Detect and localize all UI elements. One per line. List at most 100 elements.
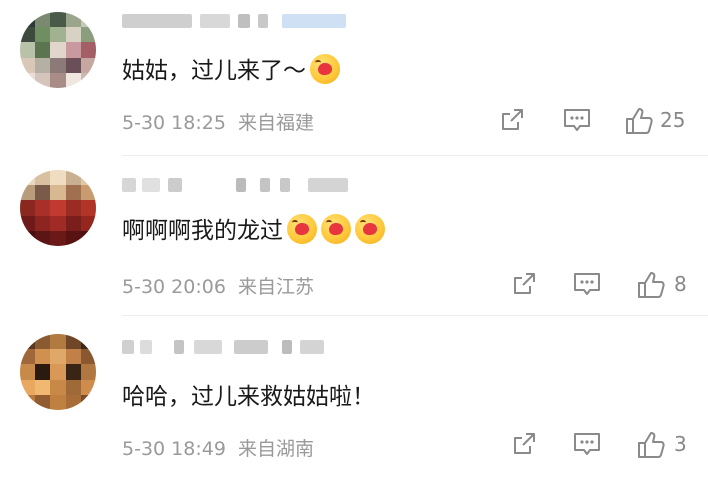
location: 来自江苏 [237,276,314,298]
avatar-pixel [20,12,36,28]
avatar-pixel [35,57,51,73]
like-count: 3 [674,432,687,456]
comment-text: 哈哈，过儿来救姑姑啦！ [122,380,375,414]
avatar-pixel [50,72,66,88]
comment-item: 哈哈，过儿来救姑姑啦！ 5-30 18:49 来自湖南 3 [0,318,708,483]
timestamp: 5-30 18:25 [122,112,226,134]
like-icon[interactable] [636,430,666,460]
avatar-pixel [35,215,51,231]
avatar-pixel [35,27,51,43]
avatar-pixel [80,364,96,380]
avatar-pixel [65,12,81,28]
avatar-pixel [65,170,81,186]
avatar-pixel [50,215,66,231]
avatar-pixel [20,200,36,216]
avatar-pixel [80,394,96,410]
avatar-pixel [50,12,66,28]
comment-item: 姑姑，过儿来了～ 5-30 18:25 来自福建 25 [0,0,708,158]
avatar-pixel [65,379,81,395]
avatar-pixel [20,215,36,231]
avatar-pixel [35,200,51,216]
avatar-pixel [20,379,36,395]
avatar-pixel [65,394,81,410]
comment-text: 姑姑，过儿来了～ [122,54,340,88]
avatar-pixel [20,230,36,246]
like-count: 8 [674,272,687,296]
timestamp: 5-30 20:06 [122,276,226,298]
avatar-pixel [65,72,81,88]
avatar-pixel [80,200,96,216]
like-count: 25 [660,108,686,132]
comment-icon[interactable] [572,270,602,298]
avatar-pixel [65,42,81,58]
avatar-pixel [35,349,51,365]
comment-text-content: 啊啊啊我的龙过 [122,218,283,244]
avatar[interactable] [20,12,96,88]
avatar-pixel [65,334,81,350]
avatar-pixel [65,349,81,365]
share-icon[interactable] [510,270,538,298]
avatar-pixel [35,379,51,395]
avatar-pixel [50,394,66,410]
avatar-pixel [65,57,81,73]
avatar[interactable] [20,170,96,246]
location: 来自湖南 [237,438,314,460]
location: 来自福建 [237,112,314,134]
username-blurred[interactable] [122,10,362,32]
comment-item: 啊啊啊我的龙过 5-30 20:06 来自江苏 8 [0,158,708,318]
avatar-pixel [50,200,66,216]
divider [122,315,708,316]
avatar-pixel [50,27,66,43]
avatar-pixel [50,42,66,58]
action-bar: 8 [498,270,698,300]
avatar-pixel [20,364,36,380]
avatar-pixel [80,42,96,58]
username-blurred[interactable] [122,174,362,196]
avatar-pixel [80,27,96,43]
avatar-pixel [80,170,96,186]
avatar-pixel [20,57,36,73]
share-icon[interactable] [498,106,526,134]
share-icon[interactable] [510,430,538,458]
comment-text: 啊啊啊我的龙过 [122,214,385,248]
avatar-pixel [50,334,66,350]
avatar-pixel [50,230,66,246]
like-icon[interactable] [624,106,654,136]
divider [122,155,708,156]
comment-icon[interactable] [572,430,602,458]
avatar-pixel [20,185,36,201]
emoji-icon [310,54,340,84]
emoji-icon [321,214,351,244]
avatar-pixel [65,230,81,246]
avatar-pixel [20,170,36,186]
avatar-pixel [20,334,36,350]
like-icon[interactable] [636,270,666,300]
avatar-pixel [80,349,96,365]
avatar-pixel [50,170,66,186]
avatar-pixel [35,394,51,410]
avatar-pixel [35,185,51,201]
avatar-pixel [65,185,81,201]
avatar-pixel [65,27,81,43]
avatar-pixel [35,230,51,246]
avatar-pixel [80,185,96,201]
avatar-pixel [35,364,51,380]
avatar-pixel [80,379,96,395]
username-blurred[interactable] [122,336,362,358]
avatar-pixel [20,394,36,410]
avatar-pixel [80,12,96,28]
avatar-pixel [20,349,36,365]
avatar-pixel [65,364,81,380]
avatar[interactable] [20,334,96,410]
comment-text-content: 姑姑，过儿来了～ [122,58,306,84]
emoji-icon [287,214,317,244]
avatar-pixel [80,230,96,246]
comment-icon[interactable] [562,106,592,134]
avatar-pixel [80,72,96,88]
comment-meta: 5-30 18:49 来自湖南 [122,434,314,461]
comment-meta: 5-30 20:06 来自江苏 [122,272,314,299]
avatar-pixel [35,170,51,186]
emoji-icon [355,214,385,244]
timestamp: 5-30 18:49 [122,438,226,460]
avatar-pixel [50,57,66,73]
